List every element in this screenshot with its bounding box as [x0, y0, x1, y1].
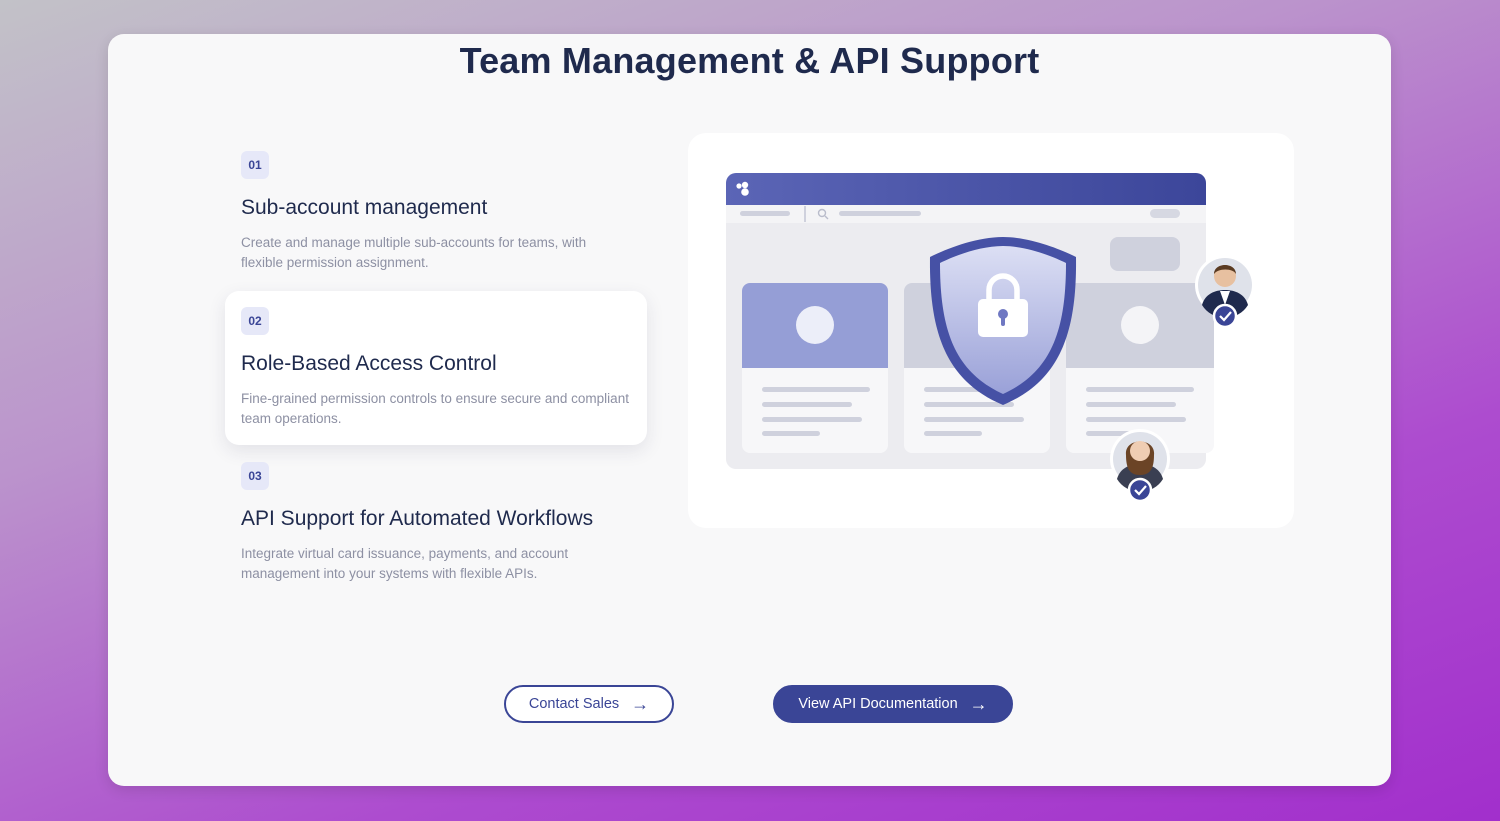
feature-item-rbac[interactable]: 02 Role-Based Access Control Fine-graine…	[225, 291, 647, 445]
feature-number: 01	[241, 151, 269, 179]
feature-number: 02	[241, 307, 269, 335]
page-title: Team Management & API Support	[459, 40, 1040, 81]
view-api-docs-button[interactable]: View API Documentation →	[773, 685, 1013, 723]
feature-item-api[interactable]: 03 API Support for Automated Workflows I…	[225, 446, 617, 600]
feature-title: API Support for Automated Workflows	[241, 507, 594, 530]
arrow-right-icon: →	[969, 694, 988, 714]
illustration-graphic	[726, 173, 1255, 503]
check-icon	[1212, 303, 1238, 329]
arrow-right-icon: →	[631, 694, 650, 714]
feature-item-sub-accounts[interactable]: 01 Sub-account management Create and man…	[225, 135, 647, 289]
view-api-docs-label: View API Documentation	[798, 696, 958, 712]
feature-description: Integrate virtual card issuance, payment…	[241, 546, 569, 581]
dashboard-illustration	[688, 133, 1294, 528]
feature-description: Create and manage multiple sub-accounts …	[241, 235, 587, 270]
feature-title: Sub-account management	[241, 196, 488, 219]
feature-title: Role-Based Access Control	[241, 352, 497, 375]
check-icon	[1127, 477, 1153, 503]
contact-sales-label: Contact Sales	[528, 696, 620, 712]
contact-sales-button[interactable]: Contact Sales →	[504, 685, 674, 723]
feature-description: Fine-grained permission controls to ensu…	[241, 391, 629, 426]
feature-number: 03	[241, 462, 269, 490]
content-card: Team Management & API Support 01 Sub-acc…	[108, 34, 1391, 786]
